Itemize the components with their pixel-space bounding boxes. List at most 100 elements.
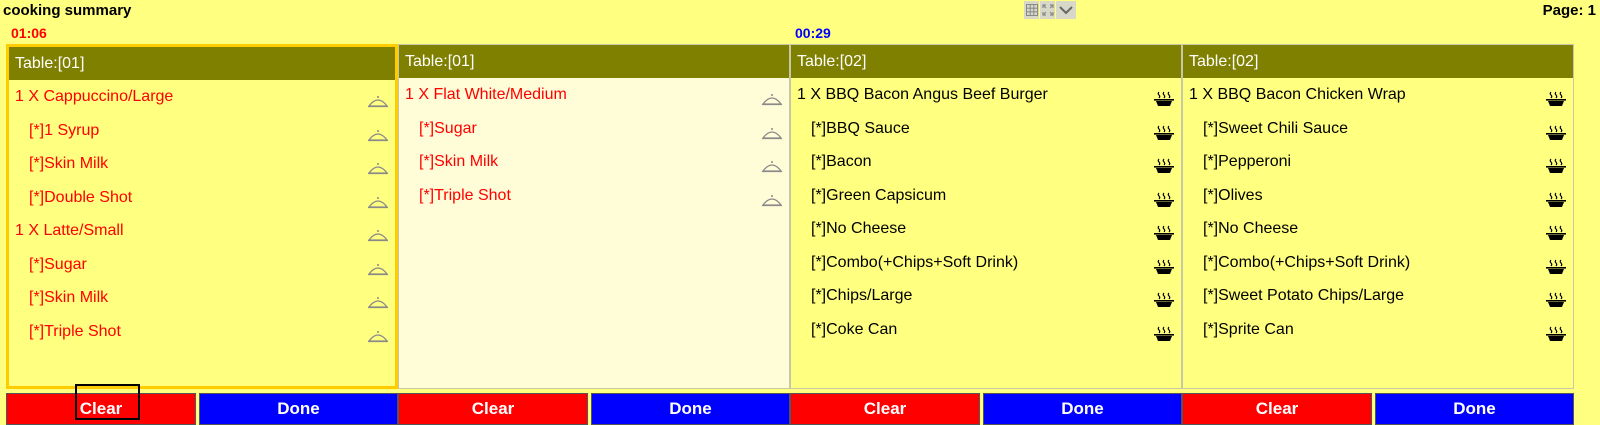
item-label: [*]Triple Shot: [29, 322, 121, 340]
modifier-item[interactable]: [*]BBQ Sauce: [791, 112, 1181, 146]
cloche-icon[interactable]: [367, 189, 389, 208]
cooking-pot-icon[interactable]: [1545, 220, 1567, 240]
modifier-item[interactable]: [*]No Cheese: [1183, 212, 1573, 246]
modifier-item[interactable]: [*]Sweet Potato Chips/Large: [1183, 279, 1573, 313]
modifier-item[interactable]: [*]Sweet Chili Sauce: [1183, 112, 1573, 146]
item-label: 1 X BBQ Bacon Angus Beef Burger: [797, 86, 1048, 103]
clear-button[interactable]: Clear: [790, 393, 980, 425]
item-label: [*]Sugar: [29, 255, 87, 273]
order-panel[interactable]: Table:[02] 1 X BBQ Bacon Chicken Wrap [*]S…: [1182, 44, 1574, 389]
modifier-item[interactable]: [*]Combo(+Chips+Soft Drink): [1183, 246, 1573, 280]
panel-header: Table:[01]: [399, 45, 789, 78]
app-title: cooking summary: [3, 2, 132, 19]
modifier-item[interactable]: [*]Combo(+Chips+Soft Drink): [791, 246, 1181, 280]
order-item[interactable]: 1 X Cappuccino/Large: [9, 80, 395, 114]
order-timer: 00:29: [795, 25, 831, 41]
cooking-pot-icon[interactable]: [1153, 220, 1175, 240]
done-button[interactable]: Done: [199, 393, 398, 425]
item-label: [*]Combo(+Chips+Soft Drink): [811, 253, 1019, 271]
item-label: [*]Pepperoni: [1203, 153, 1292, 170]
cloche-icon[interactable]: [367, 88, 389, 108]
modifier-item[interactable]: [*]Bacon: [791, 145, 1181, 179]
order-item-list: 1 X BBQ Bacon Chicken Wrap [*]Sweet Chili…: [1183, 78, 1573, 346]
item-label: [*]Bacon: [811, 153, 872, 170]
modifier-item[interactable]: [*]Triple Shot: [399, 179, 789, 213]
order-timer: 01:06: [11, 25, 47, 41]
cooking-pot-icon[interactable]: [1545, 287, 1567, 307]
cloche-icon[interactable]: [367, 256, 389, 275]
done-button[interactable]: Done: [1375, 393, 1574, 425]
cloche-icon[interactable]: [367, 289, 389, 309]
modifier-item[interactable]: [*]Sugar: [399, 112, 789, 146]
cloche-icon[interactable]: [367, 155, 389, 175]
modifier-item[interactable]: [*]1 Syrup: [9, 114, 395, 148]
cloche-icon[interactable]: [367, 323, 389, 342]
item-label: [*]Skin Milk: [29, 289, 109, 306]
modifier-item[interactable]: [*]Sprite Can: [1183, 313, 1573, 347]
item-label: [*]No Cheese: [811, 220, 907, 237]
cooking-pot-icon[interactable]: [1153, 287, 1175, 307]
item-label: [*]Skin Milk: [29, 155, 109, 172]
modifier-item[interactable]: [*]Sugar: [9, 248, 395, 282]
modifier-item[interactable]: [*]Double Shot: [9, 181, 395, 215]
item-label: [*]Sprite Can: [1203, 320, 1294, 338]
clear-button[interactable]: Clear: [1182, 393, 1372, 425]
clear-button[interactable]: Clear: [398, 393, 588, 425]
cloche-icon[interactable]: [367, 122, 389, 141]
item-label: 1 X Latte/Small: [15, 222, 124, 239]
panel-header: Table:[02]: [1183, 45, 1573, 78]
item-label: [*]Combo(+Chips+Soft Drink): [1203, 253, 1411, 271]
done-button[interactable]: Done: [591, 393, 790, 425]
order-item[interactable]: 1 X BBQ Bacon Angus Beef Burger: [791, 78, 1181, 112]
cloche-icon[interactable]: [761, 153, 783, 173]
order-panel[interactable]: Table:[01] 1 X Flat White/Medium [*]Sugar […: [398, 44, 790, 389]
grid-icon[interactable]: [1024, 0, 1039, 19]
modifier-item[interactable]: [*]Skin Milk: [9, 281, 395, 315]
view-toolbar: [1024, 0, 1076, 19]
cloche-icon[interactable]: [761, 86, 783, 106]
cooking-pot-icon[interactable]: [1153, 187, 1175, 207]
item-label: 1 X BBQ Bacon Chicken Wrap: [1189, 86, 1406, 103]
item-label: [*]Sweet Chili Sauce: [1203, 119, 1348, 137]
done-button[interactable]: Done: [983, 393, 1182, 425]
cooking-pot-icon[interactable]: [1545, 321, 1567, 341]
item-label: 1 X Cappuccino/Large: [15, 88, 174, 105]
cooking-pot-icon[interactable]: [1153, 86, 1175, 106]
item-label: 1 X Flat White/Medium: [405, 86, 567, 103]
cooking-pot-icon[interactable]: [1545, 187, 1567, 207]
cooking-pot-icon[interactable]: [1545, 120, 1567, 140]
cloche-icon[interactable]: [367, 222, 389, 242]
clear-button[interactable]: Clear: [6, 393, 196, 425]
order-item[interactable]: 1 X BBQ Bacon Chicken Wrap: [1183, 78, 1573, 112]
page-indicator: Page: 1: [1542, 2, 1596, 19]
cooking-pot-icon[interactable]: [1545, 153, 1567, 173]
expand-icon[interactable]: [1040, 0, 1055, 19]
cooking-pot-icon[interactable]: [1153, 120, 1175, 140]
order-item[interactable]: 1 X Flat White/Medium: [399, 78, 789, 112]
modifier-item[interactable]: [*]No Cheese: [791, 212, 1181, 246]
modifier-item[interactable]: [*]Chips/Large: [791, 279, 1181, 313]
cooking-pot-icon[interactable]: [1545, 254, 1567, 274]
modifier-item[interactable]: [*]Green Capsicum: [791, 179, 1181, 213]
modifier-item[interactable]: [*]Triple Shot: [9, 315, 395, 349]
chevron-down-icon[interactable]: [1056, 0, 1076, 19]
cooking-pot-icon[interactable]: [1153, 254, 1175, 274]
cooking-pot-icon[interactable]: [1153, 153, 1175, 173]
order-panel[interactable]: Table:[01] 1 X Cappuccino/Large [*]1 Syrup…: [6, 44, 398, 389]
cooking-pot-icon[interactable]: [1545, 86, 1567, 106]
cloche-icon[interactable]: [761, 187, 783, 206]
order-panel[interactable]: Table:[02] 1 X BBQ Bacon Angus Beef Burge…: [790, 44, 1182, 389]
item-label: [*]Chips/Large: [811, 287, 913, 304]
modifier-item[interactable]: [*]Skin Milk: [399, 145, 789, 179]
item-label: [*]No Cheese: [1203, 220, 1299, 237]
modifier-item[interactable]: [*]Skin Milk: [9, 147, 395, 181]
order-item-list: 1 X Cappuccino/Large [*]1 Syrup [*]Skin Mi…: [9, 80, 395, 348]
order-item[interactable]: 1 X Latte/Small: [9, 214, 395, 248]
item-label: [*]Triple Shot: [419, 186, 511, 204]
item-label: [*]Double Shot: [29, 188, 133, 206]
modifier-item[interactable]: [*]Olives: [1183, 179, 1573, 213]
modifier-item[interactable]: [*]Coke Can: [791, 313, 1181, 347]
modifier-item[interactable]: [*]Pepperoni: [1183, 145, 1573, 179]
cloche-icon[interactable]: [761, 120, 783, 139]
cooking-pot-icon[interactable]: [1153, 321, 1175, 341]
